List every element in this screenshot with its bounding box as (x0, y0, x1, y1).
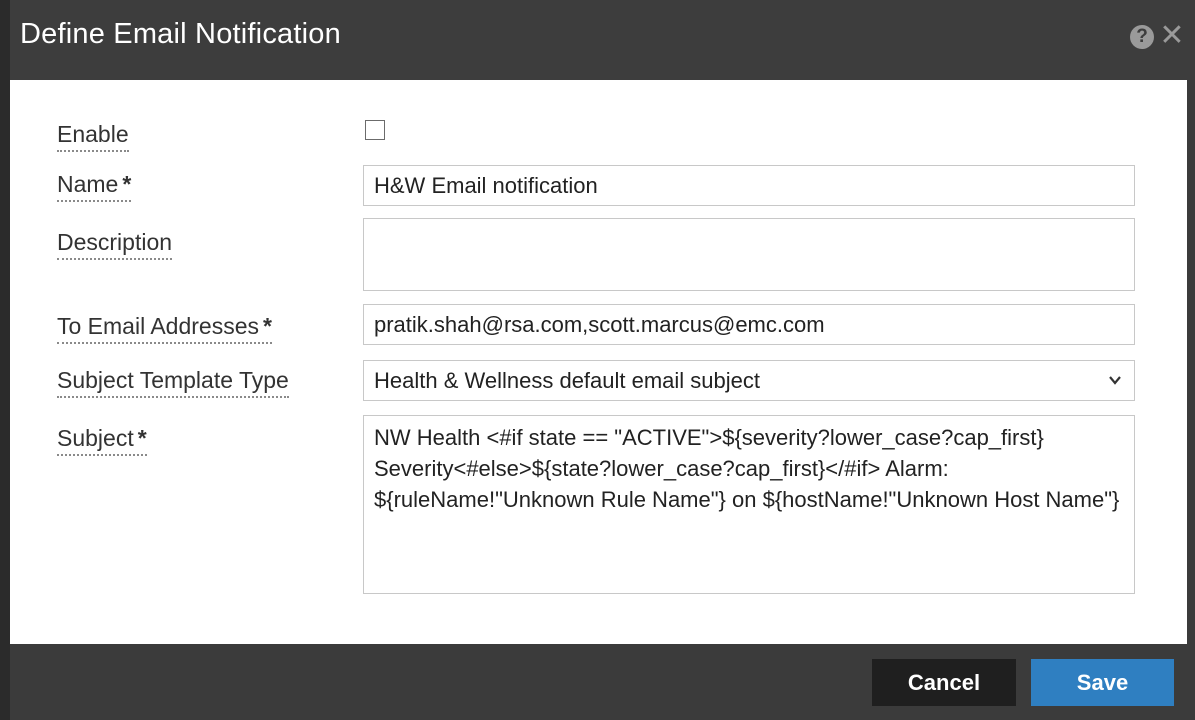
subject-template-type-select[interactable]: Health & Wellness default email subject (363, 360, 1135, 401)
to-email-input[interactable]: pratik.shah@rsa.com,scott.marcus@emc.com (363, 304, 1135, 345)
name-input[interactable]: H&W Email notification (363, 165, 1135, 206)
subject-label-text: Subject (57, 425, 134, 451)
chevron-down-icon (1109, 376, 1121, 385)
enable-label-text: Enable (57, 121, 129, 147)
name-label: Name * (57, 170, 132, 202)
to-email-label-text: To Email Addresses (57, 313, 259, 339)
description-label: Description (57, 228, 173, 260)
subject-template-type-label: Subject Template Type (57, 366, 289, 398)
enable-checkbox[interactable] (365, 120, 385, 140)
cancel-button[interactable]: Cancel (872, 659, 1016, 706)
subject-template-type-label-text: Subject Template Type (57, 367, 289, 393)
description-label-text: Description (57, 229, 173, 255)
subject-label: Subject * (57, 424, 147, 456)
define-email-notification-dialog: Define Email Notification ? ✕ Enable Nam… (0, 0, 1195, 720)
required-marker: * (122, 171, 132, 197)
save-button[interactable]: Save (1031, 659, 1174, 706)
help-icon[interactable]: ? (1130, 25, 1154, 49)
name-label-text: Name (57, 171, 119, 197)
required-marker: * (262, 313, 272, 339)
dialog-title: Define Email Notification (20, 18, 341, 50)
subject-template-type-value: Health & Wellness default email subject (374, 368, 761, 393)
description-textarea[interactable] (363, 218, 1135, 291)
dialog-footer: Cancel Save (10, 644, 1195, 720)
enable-label: Enable (57, 120, 129, 152)
required-marker: * (137, 425, 147, 451)
subject-textarea[interactable]: NW Health <#if state == "ACTIVE">${sever… (363, 415, 1135, 594)
dialog-body: Enable Name * H&W Email notification Desc… (10, 80, 1187, 644)
close-icon[interactable]: ✕ (1158, 18, 1186, 54)
to-email-label: To Email Addresses * (57, 312, 272, 344)
dialog-titlebar: Define Email Notification ? ✕ (10, 0, 1195, 80)
